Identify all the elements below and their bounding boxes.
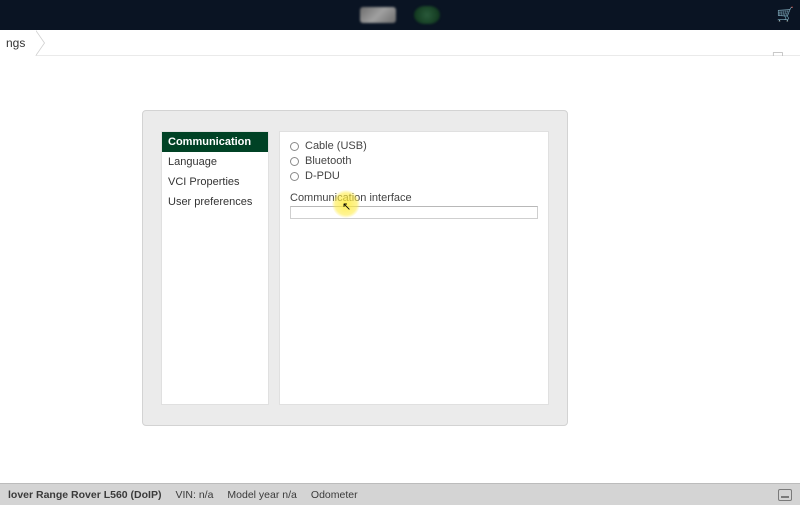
breadcrumb[interactable]: ngs	[0, 30, 35, 56]
communication-interface-label: Communication interface	[290, 192, 538, 204]
radio-icon	[290, 157, 299, 166]
sidebar-item-communication[interactable]: Communication	[162, 132, 268, 152]
radio-icon	[290, 172, 299, 181]
radio-label: D-PDU	[305, 170, 340, 182]
radio-icon	[290, 142, 299, 151]
breadcrumb-bar: ngs	[0, 30, 800, 56]
brand-logo-landrover	[414, 6, 440, 24]
cart-icon[interactable]: 🛒	[777, 6, 794, 23]
status-vehicle: lover Range Rover L560 (DoIP)	[8, 489, 161, 501]
status-bar: lover Range Rover L560 (DoIP) VIN: n/a M…	[0, 483, 800, 505]
radio-d-pdu[interactable]: D-PDU	[290, 170, 538, 182]
radio-bluetooth[interactable]: Bluetooth	[290, 155, 538, 167]
sidebar-item-language[interactable]: Language	[162, 152, 268, 172]
status-model-year: Model year n/a	[227, 489, 296, 501]
sidebar-item-vci-properties[interactable]: VCI Properties	[162, 172, 268, 192]
top-bar: 🛒	[0, 0, 800, 30]
status-odometer: Odometer	[311, 489, 358, 501]
settings-content: Cable (USB) Bluetooth D-PDU Communicatio…	[279, 131, 549, 405]
status-vin: VIN: n/a	[175, 489, 213, 501]
settings-panel: Communication Language VCI Properties Us…	[142, 110, 568, 426]
communication-interface-input[interactable]	[290, 206, 538, 219]
device-icon[interactable]	[778, 489, 792, 501]
brand-logo-jaguar	[360, 7, 396, 23]
radio-cable-usb[interactable]: Cable (USB)	[290, 140, 538, 152]
sidebar-item-user-preferences[interactable]: User preferences	[162, 192, 268, 212]
radio-label: Cable (USB)	[305, 140, 367, 152]
radio-label: Bluetooth	[305, 155, 351, 167]
workspace: Communication Language VCI Properties Us…	[0, 56, 800, 483]
settings-sidebar: Communication Language VCI Properties Us…	[161, 131, 269, 405]
